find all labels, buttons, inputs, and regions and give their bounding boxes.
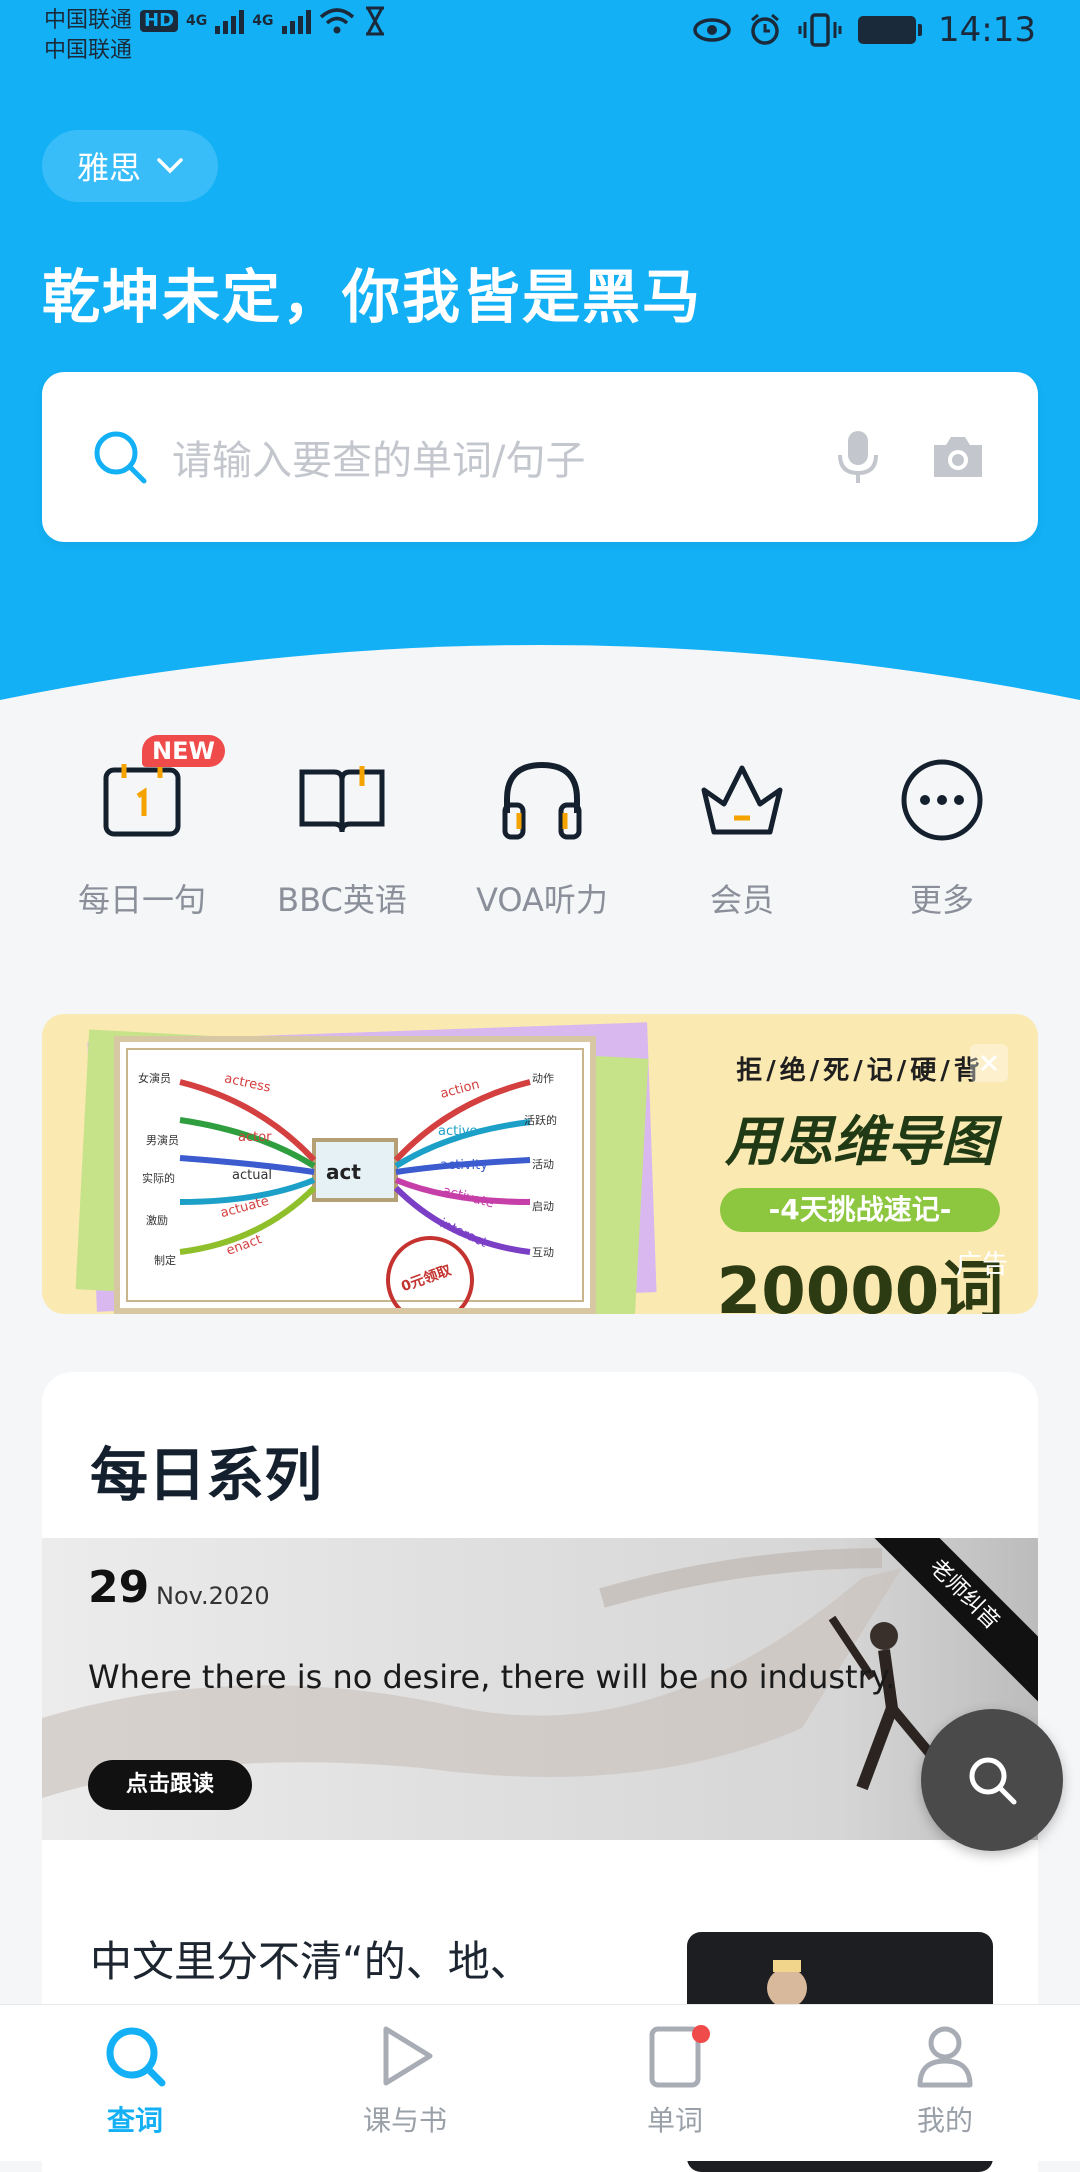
tab-words[interactable]: 单词: [540, 2005, 810, 2161]
network-type-2: 4G: [252, 13, 274, 29]
headphones-icon: [502, 761, 582, 840]
quick-action-label: BBC英语: [277, 881, 407, 919]
signal-icon: [215, 8, 245, 34]
person-icon: [917, 2026, 973, 2088]
search-bar[interactable]: 请输入要查的单词/句子: [42, 372, 1038, 542]
tab-label: 查词: [106, 2104, 163, 2137]
battery-icon: 90: [858, 16, 923, 45]
mind-map-right-cn: 活动: [532, 1158, 554, 1171]
more-icon: [901, 759, 983, 841]
new-badge: NEW: [142, 735, 225, 767]
alarm-icon: [751, 13, 779, 45]
camera-icon[interactable]: [930, 433, 986, 481]
hourglass-icon: [365, 6, 384, 36]
tab-courses-books[interactable]: 课与书: [270, 2005, 540, 2161]
quick-action-more[interactable]: 更多: [842, 735, 1042, 921]
mind-map-left-en: actual: [232, 1168, 273, 1183]
search-icon: [969, 1757, 1017, 1805]
eye-icon: [693, 18, 731, 42]
read-along-button[interactable]: 点击跟读: [88, 1760, 252, 1810]
quick-action-daily-sentence[interactable]: NEW 每日一句: [42, 735, 242, 921]
mind-map-right-en: activity: [440, 1158, 488, 1173]
search-icon: [106, 2027, 166, 2087]
daily-date-month: Nov.2020: [156, 1582, 270, 1610]
carrier-1: 中国联通: [44, 8, 133, 33]
section-title: 每日系列: [90, 1441, 323, 1509]
microphone-icon[interactable]: [836, 429, 880, 485]
tab-profile[interactable]: 我的: [810, 2005, 1080, 2161]
notification-dot: [692, 2025, 710, 2043]
calendar-icon: [103, 764, 181, 837]
exam-selector-label: 雅思: [76, 149, 141, 187]
status-bar: 中国联通 HD 4G 4G 中国联通 90 14:13: [0, 0, 1080, 80]
chevron-down-icon: [157, 158, 183, 174]
quick-action-label: 更多: [909, 881, 974, 919]
mind-map-left-cn: 制定: [154, 1254, 176, 1267]
tab-label: 单词: [646, 2104, 703, 2137]
close-icon: [980, 1054, 998, 1072]
ad-tag: 广告: [955, 1250, 1008, 1280]
mind-map-center: act: [326, 1160, 361, 1184]
quick-action-membership[interactable]: 会员: [642, 735, 842, 921]
tab-label: 我的: [916, 2104, 973, 2137]
quick-action-label: 每日一句: [77, 881, 206, 919]
quick-action-label: 会员: [709, 881, 774, 919]
quick-action-voa[interactable]: VOA听力: [442, 735, 642, 921]
exam-selector[interactable]: 雅思: [42, 130, 218, 202]
clock: 14:13: [938, 10, 1036, 50]
carrier-2: 中国联通: [44, 38, 133, 63]
battery-level: 90: [858, 16, 917, 45]
mind-map-right-en: active: [438, 1124, 478, 1139]
tab-lookup[interactable]: 查词: [0, 2005, 270, 2161]
vibrate-icon: [798, 13, 842, 47]
ad-banner[interactable]: act 女演员 actress 男演员 actor 实际的 actual 激励 …: [42, 1014, 1038, 1314]
daily-date-day: 29: [88, 1562, 150, 1613]
mind-map-right-cn: 启动: [532, 1200, 554, 1213]
page-headline: 乾坤未定，你我皆是黑马: [42, 263, 703, 331]
floating-search-button[interactable]: [921, 1709, 1063, 1851]
article-title[interactable]: 中文里分不清“的、地、: [90, 1932, 570, 1992]
mind-map-image: act 女演员 actress 男演员 actor 实际的 actual 激励 …: [114, 1036, 596, 1314]
hero-background: [0, 0, 1080, 700]
mind-map-left-cn: 激励: [146, 1214, 168, 1227]
quick-actions: NEW 每日一句 BBC英语 VOA听力 会员 更多: [0, 735, 1080, 945]
mind-map-right-cn: 互动: [532, 1246, 554, 1259]
ad-line-2: 用思维导图: [725, 1110, 995, 1173]
signal-icon: [281, 8, 311, 34]
crown-icon: [701, 765, 783, 835]
quick-action-bbc[interactable]: BBC英语: [242, 735, 442, 921]
search-input[interactable]: 请输入要查的单词/句子: [172, 428, 836, 486]
mind-map-left-cn: 女演员: [138, 1072, 171, 1085]
daily-sentence-banner[interactable]: 29 Nov.2020 Where there is no desire, th…: [42, 1538, 1038, 1840]
mind-map-right-cn: 活跃的: [524, 1114, 557, 1127]
quick-action-label: VOA听力: [476, 881, 608, 919]
mind-map-left-cn: 实际的: [142, 1172, 175, 1185]
close-ad-button[interactable]: [970, 1044, 1008, 1082]
wifi-icon: [319, 8, 354, 34]
mind-map-left-cn: 男演员: [146, 1134, 179, 1147]
book-icon: [299, 766, 385, 833]
mind-map-right-cn: 动作: [532, 1072, 554, 1085]
mind-map-left-en: actor: [238, 1130, 272, 1145]
daily-quote: Where there is no desire, there will be …: [88, 1658, 896, 1696]
search-icon: [94, 431, 147, 484]
tab-label: 课与书: [362, 2104, 447, 2137]
play-icon: [383, 2026, 433, 2086]
bottom-tab-bar: 查词 课与书 单词 我的: [0, 2004, 1080, 2161]
ad-line-3: -4天挑战速记-: [720, 1188, 1000, 1232]
hd-badge: HD: [140, 10, 179, 32]
network-type-1: 4G: [186, 13, 208, 29]
